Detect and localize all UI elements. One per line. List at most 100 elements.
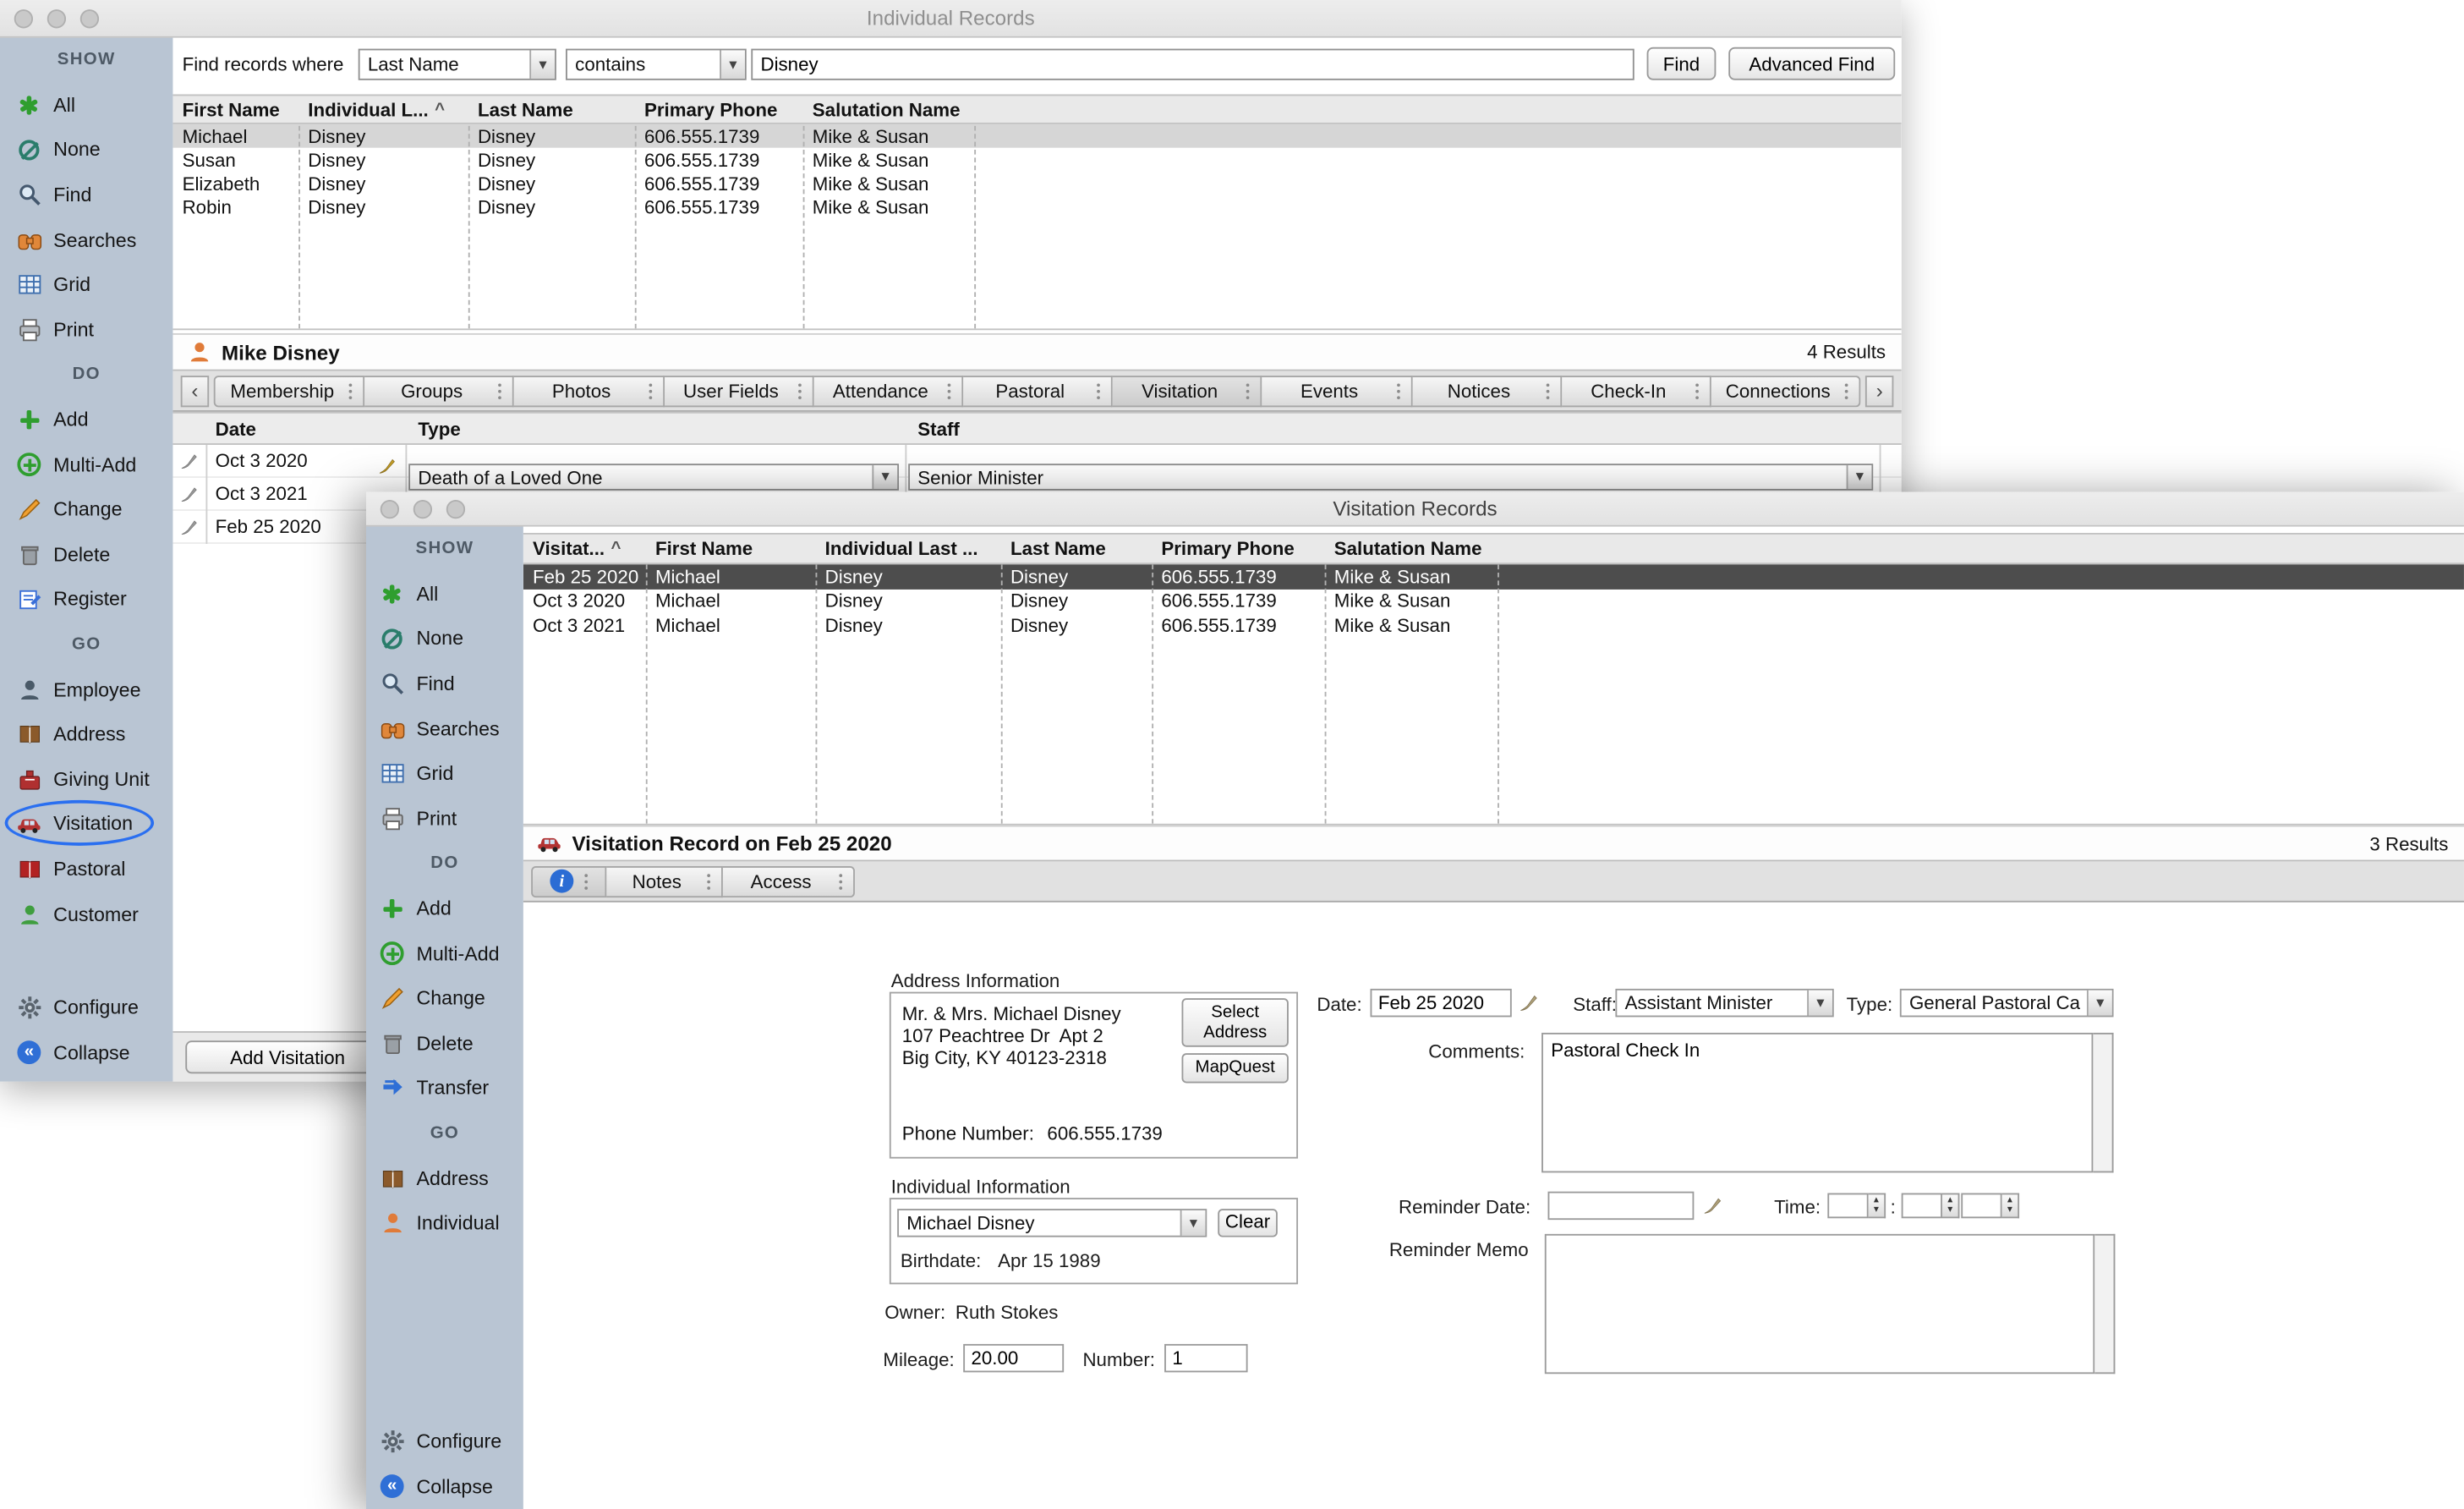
- sidebar-item-delete[interactable]: Delete: [366, 1021, 523, 1066]
- sidebar-item-grid[interactable]: Grid: [0, 262, 172, 307]
- mileage-input[interactable]: [963, 1344, 1064, 1372]
- add-visitation-button[interactable]: Add Visitation: [185, 1040, 390, 1073]
- time-hour-stepper[interactable]: ▴▾: [1869, 1193, 1886, 1219]
- sidebar-item-none[interactable]: None: [0, 128, 172, 173]
- sidebar-item-change[interactable]: Change: [0, 487, 172, 532]
- sidebar-item-find[interactable]: Find: [0, 173, 172, 217]
- column-header[interactable]: Primary Phone: [635, 98, 803, 120]
- minimize-button[interactable]: [47, 8, 66, 27]
- sidebar-item-configure[interactable]: Configure: [366, 1419, 523, 1464]
- sidebar-item-collapse[interactable]: « Collapse: [366, 1464, 523, 1509]
- tab-connections[interactable]: Connections: [1711, 375, 1861, 406]
- minimize-button[interactable]: [413, 499, 432, 518]
- column-header[interactable]: Last Name: [468, 98, 635, 120]
- column-header[interactable]: Date: [205, 417, 405, 439]
- sidebar-item-add[interactable]: Add: [0, 398, 172, 442]
- time-minute-stepper[interactable]: ▴▾: [1942, 1193, 1959, 1219]
- operator-select[interactable]: contains ▾: [566, 49, 747, 80]
- tab-visitation[interactable]: Visitation: [1113, 375, 1262, 406]
- sidebar-item-customer[interactable]: Customer: [0, 892, 172, 936]
- sidebar-item-configure[interactable]: Configure: [0, 985, 172, 1030]
- search-value-input[interactable]: [751, 49, 1634, 80]
- comments-textarea[interactable]: Pastoral Check In: [1541, 1033, 2093, 1172]
- sidebar-item-pastoral[interactable]: Pastoral: [0, 847, 172, 892]
- sidebar-item-add[interactable]: Add: [366, 886, 523, 931]
- sidebar-item-individual[interactable]: Individual: [366, 1201, 523, 1246]
- mapquest-button[interactable]: MapQuest: [1182, 1053, 1289, 1083]
- table-row[interactable]: Feb 25 2020 Michael Disney Disney 606.55…: [523, 564, 2464, 589]
- sidebar-item-address[interactable]: Address: [366, 1156, 523, 1201]
- sidebar-item-print[interactable]: Print: [0, 307, 172, 352]
- reminder-date-input[interactable]: [1548, 1192, 1695, 1220]
- select-address-button[interactable]: Select Address: [1182, 998, 1289, 1047]
- tab-events[interactable]: Events: [1262, 375, 1412, 406]
- time-ampm-stepper[interactable]: ▴▾: [2002, 1193, 2019, 1219]
- reminder-memo-textarea[interactable]: [1545, 1234, 2094, 1374]
- tab-user-fields[interactable]: User Fields: [664, 375, 813, 406]
- tab-attendance[interactable]: Attendance: [813, 375, 963, 406]
- sidebar-item-address[interactable]: Address: [0, 712, 172, 757]
- pen-icon[interactable]: [1702, 1194, 1724, 1221]
- pen-icon[interactable]: [1518, 992, 1540, 1019]
- close-button[interactable]: [14, 8, 33, 27]
- column-header[interactable]: Individual Last ...: [816, 538, 1001, 560]
- tab-pastoral[interactable]: Pastoral: [963, 375, 1113, 406]
- sidebar-item-searches[interactable]: Searches: [0, 217, 172, 262]
- scroll-right-button[interactable]: ›: [1865, 375, 1893, 406]
- zoom-button[interactable]: [446, 499, 465, 518]
- comments-scrollbar[interactable]: [2093, 1033, 2113, 1172]
- sidebar-item-register[interactable]: Register: [0, 577, 172, 622]
- tab-photos[interactable]: Photos: [514, 375, 664, 406]
- sidebar-item-visitation[interactable]: Visitation: [0, 802, 172, 847]
- sidebar-item-change[interactable]: Change: [366, 976, 523, 1021]
- sidebar-item-multi-add[interactable]: Multi-Add: [0, 442, 172, 487]
- column-header[interactable]: Last Name: [1001, 538, 1152, 560]
- tab-access[interactable]: Access: [723, 865, 855, 897]
- column-header[interactable]: Salutation Name: [1325, 538, 1498, 560]
- time-minute-input[interactable]: [1902, 1193, 1942, 1219]
- staff-select[interactable]: Assistant Minister ▾: [1615, 989, 1833, 1017]
- table-row[interactable]: Oct 3 2020 Michael Disney Disney 606.555…: [523, 589, 2464, 613]
- column-header[interactable]: Primary Phone: [1152, 538, 1324, 560]
- tab-notices[interactable]: Notices: [1412, 375, 1562, 406]
- sidebar-item-multi-add[interactable]: Multi-Add: [366, 931, 523, 976]
- sidebar-item-all[interactable]: All: [366, 572, 523, 617]
- time-hour-input[interactable]: [1827, 1193, 1868, 1219]
- field-select[interactable]: Last Name ▾: [359, 49, 556, 80]
- column-header[interactable]: First Name: [646, 538, 816, 560]
- visitation-row[interactable]: Oct 3 2020 Death of a Loved One ▾ Senior…: [172, 445, 1901, 478]
- clear-button[interactable]: Clear: [1218, 1209, 1278, 1237]
- reminder-memo-scrollbar[interactable]: [2094, 1234, 2115, 1374]
- table-row[interactable]: Michael Disney Disney 606.555.1739 Mike …: [172, 124, 1901, 148]
- sidebar-item-find[interactable]: Find: [366, 661, 523, 706]
- date-input[interactable]: [1371, 989, 1512, 1017]
- table-row[interactable]: Susan Disney Disney 606.555.1739 Mike & …: [172, 148, 1901, 172]
- tab-check-in[interactable]: Check-In: [1562, 375, 1711, 406]
- sidebar-item-searches[interactable]: Searches: [366, 706, 523, 751]
- type-select[interactable]: General Pastoral Ca ▾: [1900, 989, 2114, 1017]
- sidebar-item-giving-unit[interactable]: Giving Unit: [0, 757, 172, 802]
- sidebar-item-transfer[interactable]: Transfer: [366, 1066, 523, 1111]
- tab-info[interactable]: i: [531, 865, 606, 897]
- time-ampm-input[interactable]: [1961, 1193, 2001, 1219]
- column-header[interactable]: Visitat...^: [523, 538, 646, 560]
- table-row[interactable]: Oct 3 2021 Michael Disney Disney 606.555…: [523, 613, 2464, 638]
- column-header[interactable]: Salutation Name: [803, 98, 975, 120]
- zoom-button[interactable]: [80, 8, 99, 27]
- column-header[interactable]: Type: [405, 417, 905, 439]
- column-header[interactable]: Staff: [905, 417, 1879, 439]
- sidebar-item-grid[interactable]: Grid: [366, 751, 523, 796]
- sidebar-item-delete[interactable]: Delete: [0, 532, 172, 577]
- column-header[interactable]: First Name: [172, 98, 298, 120]
- close-button[interactable]: [381, 499, 399, 518]
- individual-select[interactable]: Michael Disney ▾: [897, 1209, 1207, 1237]
- sidebar-item-print[interactable]: Print: [366, 796, 523, 841]
- sidebar-item-employee[interactable]: Employee: [0, 667, 172, 712]
- tab-notes[interactable]: Notes: [606, 865, 723, 897]
- sidebar-item-collapse[interactable]: « Collapse: [0, 1030, 172, 1075]
- tab-membership[interactable]: Membership: [214, 375, 365, 406]
- table-row[interactable]: Elizabeth Disney Disney 606.555.1739 Mik…: [172, 172, 1901, 195]
- find-button[interactable]: Find: [1647, 47, 1717, 80]
- scroll-left-button[interactable]: ‹: [181, 375, 209, 406]
- column-header[interactable]: Individual L...^: [298, 98, 468, 120]
